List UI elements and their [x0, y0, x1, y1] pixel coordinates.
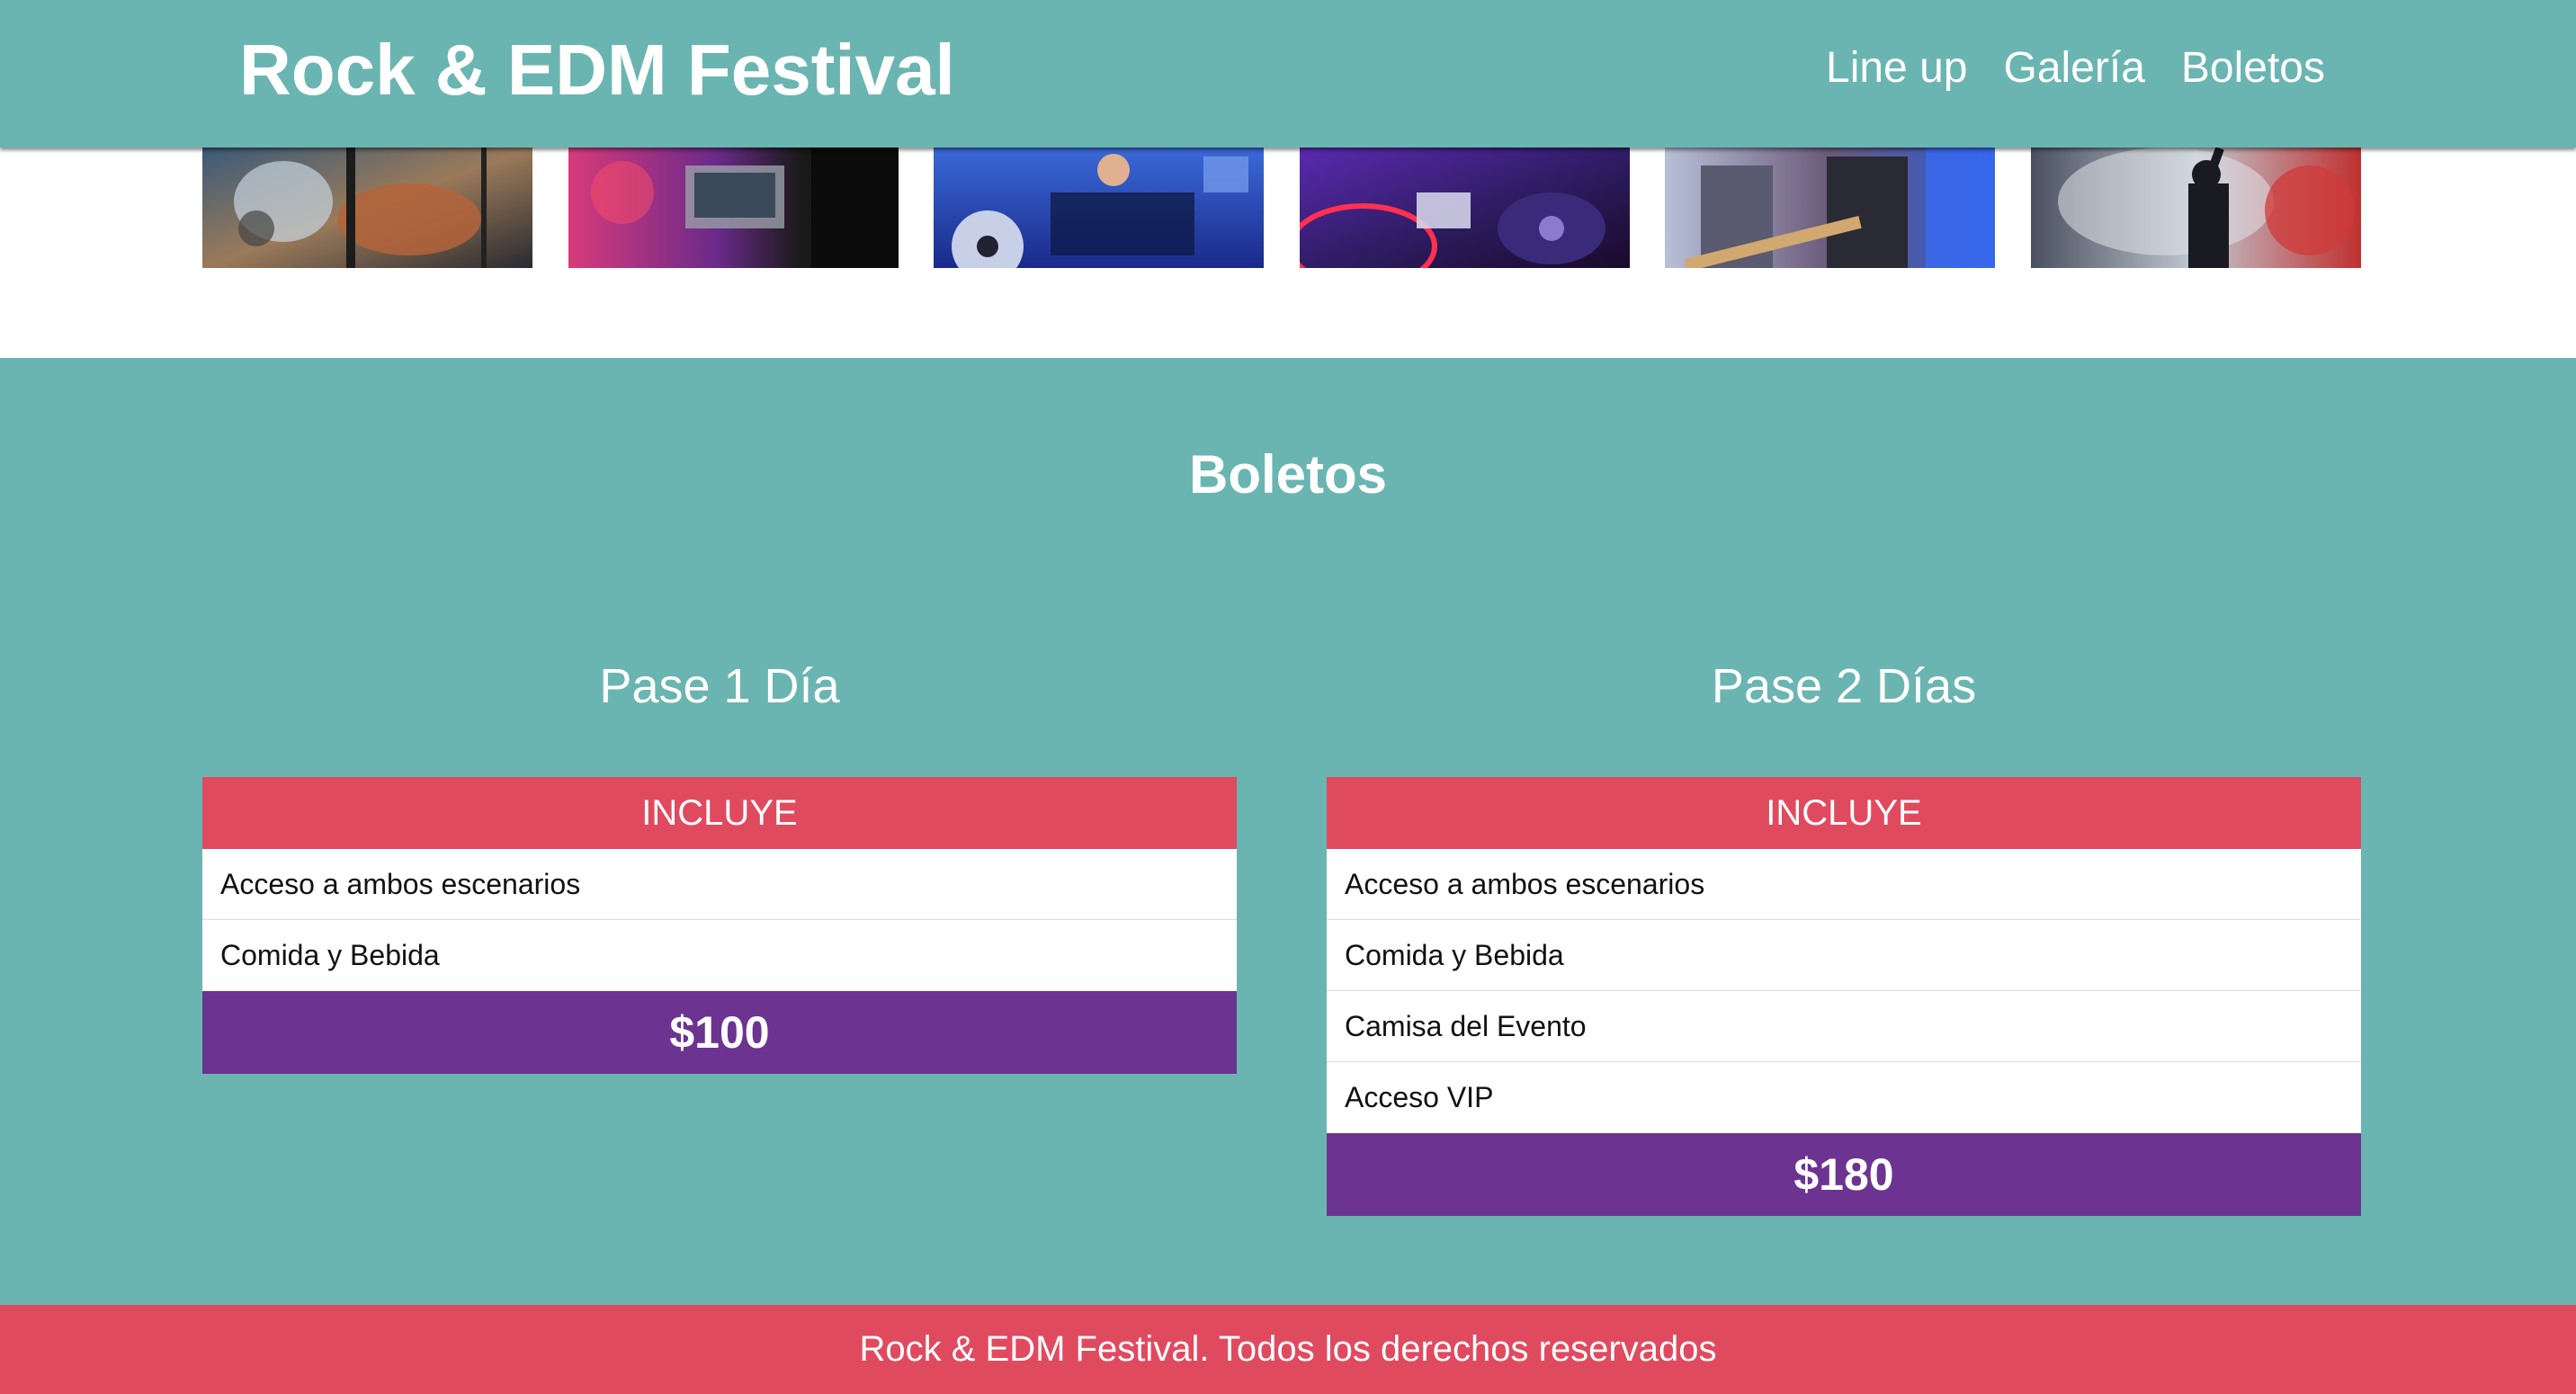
tickets-title: Boletos	[1188, 444, 1388, 505]
plan-card: INCLUYE Acceso a ambos escenarios Comida…	[1327, 777, 2361, 1216]
guitarist-photo[interactable]	[202, 147, 532, 268]
footer-text: Rock & EDM Festival. Todos los derechos …	[859, 1329, 1717, 1369]
guitar-band-photo[interactable]	[1665, 147, 1995, 268]
feature-item: Camisa del Evento	[1327, 991, 2361, 1062]
price-button[interactable]: $100	[202, 991, 1237, 1074]
plan-title: Pase 1 Día	[599, 659, 840, 713]
price-button[interactable]: $180	[1327, 1133, 2361, 1216]
plan-1-day: Pase 1 Día INCLUYE Acceso a ambos escena…	[202, 655, 1237, 1074]
nav-link-galeria[interactable]: Galería	[2003, 40, 2144, 97]
tickets-section: Boletos Pase 1 Día INCLUYE Acceso a ambo…	[0, 358, 2576, 1305]
feature-item: Acceso a ambos escenarios	[202, 849, 1237, 920]
plan-card: INCLUYE Acceso a ambos escenarios Comida…	[202, 777, 1237, 1074]
includes-header: INCLUYE	[202, 777, 1237, 849]
feature-item: Acceso VIP	[1327, 1062, 2361, 1133]
main-nav: Line up Galería Boletos	[1826, 40, 2325, 97]
site-title[interactable]: Rock & EDM Festival	[239, 27, 955, 113]
plan-title: Pase 2 Días	[1711, 659, 1977, 713]
feature-item: Acceso a ambos escenarios	[1327, 849, 2361, 920]
nav-link-boletos[interactable]: Boletos	[2181, 40, 2325, 97]
plan-2-days: Pase 2 Días INCLUYE Acceso a ambos escen…	[1327, 655, 2361, 1216]
dj-booth-photo[interactable]	[568, 147, 899, 268]
turntable-photo[interactable]	[1300, 147, 1630, 268]
features-list: Acceso a ambos escenarios Comida y Bebid…	[1327, 849, 2361, 1133]
gallery-strip	[0, 147, 2576, 358]
feature-item: Comida y Bebida	[1327, 920, 2361, 991]
dj-mixer-photo[interactable]	[934, 147, 1264, 268]
site-footer: Rock & EDM Festival. Todos los derechos …	[0, 1305, 2576, 1394]
includes-header: INCLUYE	[1327, 777, 2361, 849]
site-header: Rock & EDM Festival Line up Galería Bole…	[0, 0, 2576, 147]
feature-item: Comida y Bebida	[202, 920, 1237, 991]
features-list: Acceso a ambos escenarios Comida y Bebid…	[202, 849, 1237, 991]
singer-smoke-photo[interactable]	[2031, 147, 2361, 268]
nav-link-lineup[interactable]: Line up	[1826, 40, 1967, 97]
